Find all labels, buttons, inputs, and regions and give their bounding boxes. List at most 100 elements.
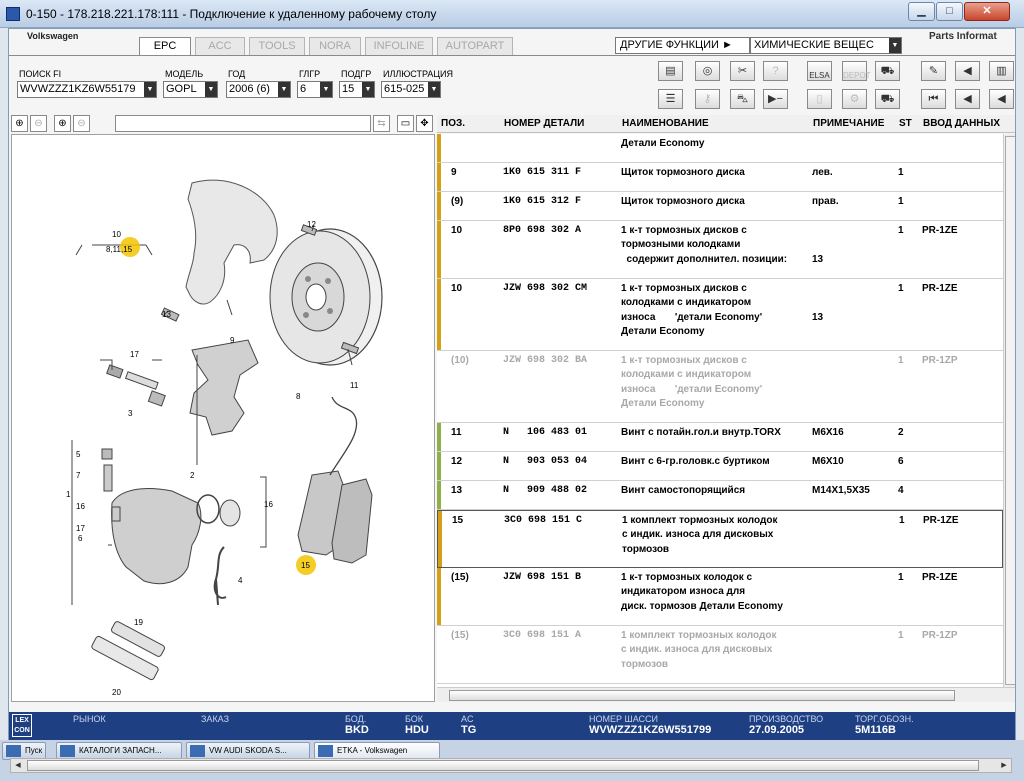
elsa-button[interactable]: ELSA: [807, 61, 832, 81]
close-button[interactable]: ✕: [964, 2, 1010, 21]
parts-icon[interactable]: ⚙: [842, 89, 867, 109]
subgroup-select[interactable]: 15 ▼: [339, 81, 375, 98]
table-row[interactable]: (10) JZW 698 302 BA 1 к-т тормозных дисков…: [437, 351, 1003, 423]
zoom-fit-icon[interactable]: ⊕: [54, 115, 71, 132]
year-select[interactable]: 2006 (6) ▼: [226, 81, 291, 98]
brake-diagram[interactable]: 10 8,11,15 12 13 9 17 3 2 8 11 5 1 16 4 …: [12, 135, 435, 702]
tools-icon[interactable]: ✂: [730, 61, 755, 81]
maximize-button[interactable]: □: [936, 2, 963, 21]
callout-label: 9: [230, 336, 235, 345]
key-icon[interactable]: ⚷: [695, 89, 720, 109]
scroll-right-icon[interactable]: ▶: [997, 759, 1011, 772]
window-icon: [190, 745, 205, 757]
table-row[interactable]: 13 N 909 488 02 Винт самостопорящийся M14X1…: [437, 481, 1003, 510]
first-page-icon[interactable]: ⏮: [921, 89, 946, 109]
cart-icon[interactable]: ⛟: [875, 89, 900, 109]
group-select[interactable]: 6 ▼: [297, 81, 333, 98]
vehicle-icon[interactable]: ⛍: [730, 89, 755, 109]
header-note[interactable]: ПРИМЕЧАНИЕ: [813, 118, 884, 129]
header-pos[interactable]: ПОЗ.: [441, 118, 465, 129]
taskbar-item-label: ETKA - Volkswagen: [337, 746, 408, 755]
table-row[interactable]: (15) JZW 698 151 B 1 к-т тормозных колодок…: [437, 568, 1003, 626]
table-row[interactable]: (15) 3C0 698 151 A 1 комплект тормозных ко…: [437, 626, 1003, 684]
name-cell: Щиток тормозного диска: [621, 196, 745, 207]
zoom-reset-icon[interactable]: ⊖: [73, 115, 90, 132]
pos-cell: (15): [451, 572, 469, 583]
help-icon[interactable]: ?: [763, 61, 788, 81]
st-cell: 1: [898, 630, 904, 641]
callout-label: 8,11,15: [106, 245, 133, 254]
name-cell: 1 комплект тормозных колодок с индик. из…: [622, 515, 778, 555]
tab-nora[interactable]: NORA: [309, 37, 361, 55]
remote-horizontal-scrollbar[interactable]: ◀ ▶: [10, 758, 1012, 773]
table-row[interactable]: (9) 1K0 615 312 F Щиток тормозного диска пр…: [437, 192, 1003, 221]
header-st[interactable]: ST: [899, 118, 912, 129]
header-name[interactable]: НАИМЕНОВАНИЕ: [622, 118, 709, 129]
tab-infoline[interactable]: INFOLINE: [365, 37, 433, 55]
chemicals-dropdown[interactable]: ХИМИЧЕСКИЕ ВЕЩЕС ▼: [750, 37, 902, 54]
back-page-icon[interactable]: ◀: [955, 61, 980, 81]
grid-vertical-scrollbar[interactable]: [1003, 134, 1015, 687]
header-part-number[interactable]: НОМЕР ДЕТАЛИ: [504, 118, 584, 129]
split-view-icon[interactable]: ▭: [397, 115, 414, 132]
table-row[interactable]: Детали Economy: [437, 134, 1003, 163]
row-marker: [437, 134, 441, 162]
prev-page-icon[interactable]: ◀: [955, 89, 980, 109]
pin-icon[interactable]: ✎: [921, 61, 946, 81]
lexcon-logo: LEX CON: [12, 714, 32, 737]
table-row[interactable]: 10 JZW 698 302 CM 1 к-т тормозных дисков с…: [437, 279, 1003, 351]
page-icon[interactable]: ▥: [989, 61, 1014, 81]
illustration-search-input[interactable]: [115, 115, 371, 132]
table-row[interactable]: 15 3C0 698 151 C 1 комплект тормозных коло…: [437, 510, 1003, 568]
pos-cell: 10: [451, 283, 463, 294]
table-row[interactable]: 9 1K0 615 311 F Щиток тормозного диска лев.…: [437, 163, 1003, 192]
print-icon[interactable]: ▤: [658, 61, 683, 81]
list-icon[interactable]: ☰: [658, 89, 683, 109]
other-functions-menu[interactable]: ДРУГИЕ ФУНКЦИИ ►: [615, 37, 750, 54]
search-field[interactable]: WVWZZZ1KZ6W55179 ▼: [17, 81, 157, 98]
table-row[interactable]: 11 N 106 483 01 Винт с потайн.гол.и внутр.…: [437, 423, 1003, 452]
tab-tools[interactable]: TOOLS: [249, 37, 305, 55]
pos-cell: 11: [451, 427, 462, 438]
order-label: ЗАКАЗ: [201, 714, 230, 724]
play-minus-icon[interactable]: ▶−: [763, 89, 788, 109]
move-icon[interactable]: ✥: [416, 115, 433, 132]
illustration-select[interactable]: 615-025 ▼: [381, 81, 441, 98]
illustration-pane: 10 8,11,15 12 13 9 17 3 2 8 11 5 1 16 4 …: [11, 134, 435, 702]
callout-label: 2: [190, 471, 195, 480]
table-row[interactable]: 10 8P0 698 302 A 1 к-т тормозных дисков с …: [437, 221, 1003, 279]
name-cell: Винт самостопорящийся: [621, 485, 746, 496]
scroll-left-icon[interactable]: ◀: [11, 759, 25, 772]
part-number-cell: N 903 053 04: [503, 456, 588, 467]
table-row[interactable]: 12 N 903 053 04 Винт с 6-гр.головк.с бурти…: [437, 452, 1003, 481]
zoom-out-icon[interactable]: ⊖: [30, 115, 47, 132]
arrange-icon[interactable]: ⇆: [373, 115, 390, 132]
scroll-thumb[interactable]: [1005, 136, 1015, 685]
scroll-thumb[interactable]: [27, 760, 979, 771]
callout-label: 7: [76, 471, 81, 480]
next-page-icon[interactable]: ◀: [989, 89, 1014, 109]
windows-icon: [6, 745, 21, 757]
callout-label: 8: [296, 392, 301, 401]
minimize-button[interactable]: ▁: [908, 2, 935, 21]
pos-cell: (15): [451, 630, 469, 641]
remote-desktop-icon: [6, 7, 20, 21]
device-icon[interactable]: ▯: [807, 89, 832, 109]
st-cell: 1: [898, 283, 904, 294]
grid-horizontal-scrollbar[interactable]: [437, 687, 1015, 702]
callout-label: 20: [112, 688, 121, 697]
tab-epc[interactable]: EPC: [139, 37, 191, 56]
header-data-input[interactable]: ВВОД ДАННЫХ: [923, 118, 1000, 129]
scroll-thumb[interactable]: [449, 690, 955, 701]
model-select[interactable]: GOPL ▼: [163, 81, 218, 98]
parts-info-link[interactable]: Parts Informat: [929, 31, 997, 42]
disc-icon[interactable]: ◎: [695, 61, 720, 81]
tab-autopart[interactable]: AUTOPART: [437, 37, 513, 55]
vehicle-status-bar: LEX CON РЫНОК ЗАКАЗ БОД. BKD БОК HDU AC …: [9, 712, 1015, 740]
part-number-cell: N 909 488 02: [503, 485, 588, 496]
tab-acc[interactable]: ACC: [195, 37, 245, 55]
zoom-in-icon[interactable]: ⊕: [11, 115, 28, 132]
note-cell: M6X16: [812, 427, 844, 438]
depot-button[interactable]: DEPOT: [842, 61, 871, 81]
cart-add-icon[interactable]: ⛟: [875, 61, 900, 81]
